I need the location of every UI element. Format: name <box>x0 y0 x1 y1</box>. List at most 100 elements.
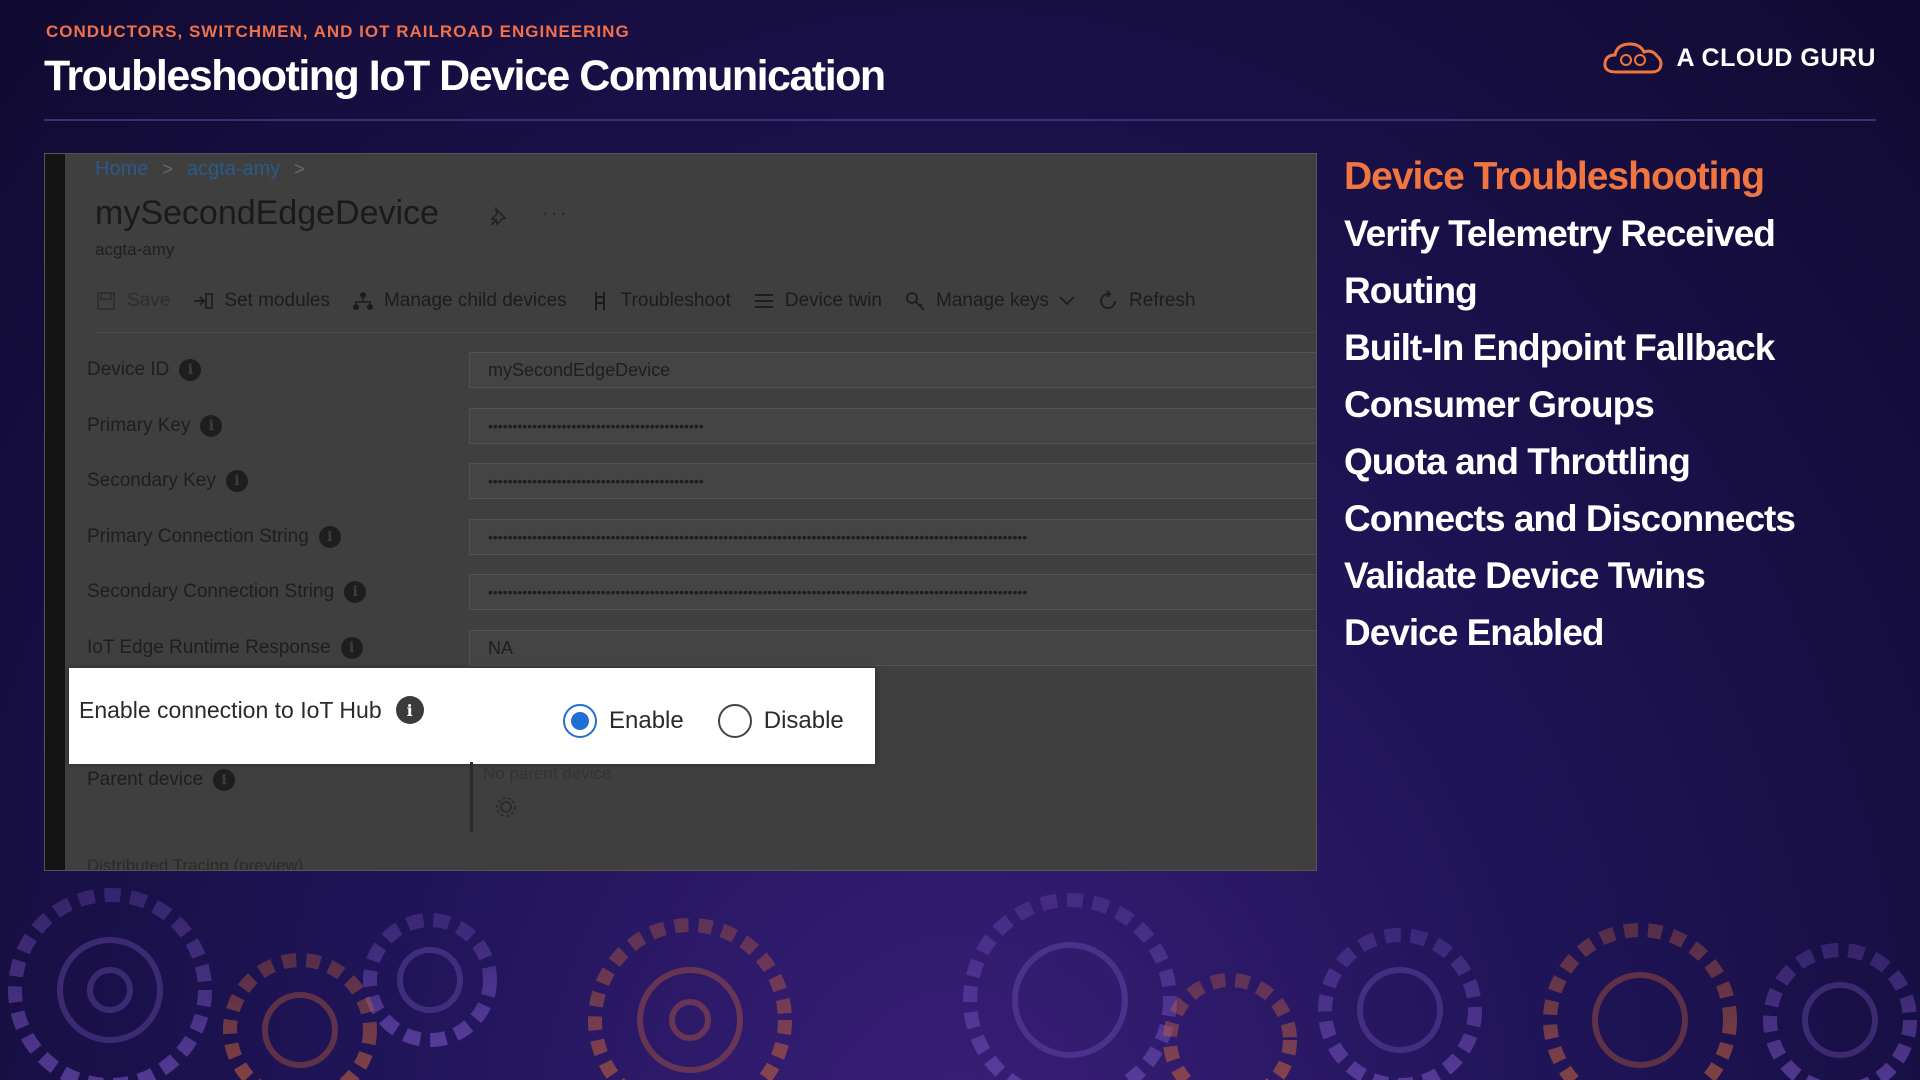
field-row-runtime-response: IoT Edge Runtime Response i <box>87 628 363 668</box>
enable-connection-label: Enable connection to IoT Hub i <box>79 696 424 724</box>
disable-radio[interactable]: Disable <box>717 704 844 738</box>
runtime-response-label: IoT Edge Runtime Response i <box>87 637 363 659</box>
secondary-connection-string-label: Secondary Connection String i <box>87 581 367 603</box>
info-icon[interactable]: i <box>200 415 223 437</box>
portal-left-bar <box>45 154 65 870</box>
refresh-icon <box>1097 290 1119 312</box>
secondary-connection-string-label-text: Secondary Connection String <box>87 581 335 602</box>
primary-key-label: Primary Key i <box>87 415 223 437</box>
topic-list: Device Troubleshooting Verify Telemetry … <box>1344 148 1796 661</box>
command-bar: Save Set modules Manage child devices Tr… <box>95 290 1218 312</box>
chevron-right-icon: > <box>294 159 305 179</box>
info-icon[interactable]: i <box>340 637 363 659</box>
primary-key-field[interactable]: ••••••••••••••••••••••••••••••••••••••••… <box>469 408 1316 444</box>
field-row-primary-key: Primary Key i <box>87 406 223 446</box>
topic-item: Quota and Throttling <box>1344 441 1691 482</box>
set-modules-button[interactable]: Set modules <box>192 290 330 312</box>
field-row-device-id: Device ID i <box>87 350 202 390</box>
device-twin-label: Device twin <box>784 290 883 311</box>
info-icon[interactable]: i <box>318 526 341 548</box>
secondary-connection-string-field[interactable]: ••••••••••••••••••••••••••••••••••••••••… <box>469 574 1316 610</box>
device-name-heading: mySecondEdgeDevice <box>95 194 439 232</box>
save-icon <box>95 290 117 312</box>
topic-item: Connects and Disconnects <box>1344 498 1796 539</box>
enable-connection-label-text: Enable connection to IoT Hub <box>79 696 382 723</box>
cloud-logo-icon <box>1603 42 1663 74</box>
field-row-parent-device: Parent device i <box>87 760 236 800</box>
slide-title: Troubleshooting IoT Device Communication <box>44 52 886 100</box>
troubleshoot-button[interactable]: Troubleshoot <box>589 290 731 312</box>
primary-key-label-text: Primary Key <box>87 415 191 436</box>
set-modules-label: Set modules <box>224 290 330 311</box>
radio-unselected-icon <box>717 704 752 738</box>
manage-keys-button[interactable]: Manage keys <box>904 290 1075 312</box>
brand-logo: A CLOUD GURU <box>1602 38 1876 78</box>
topic-item-active: Device Troubleshooting <box>1344 155 1765 198</box>
runtime-response-field: NA <box>469 630 1316 666</box>
decorative-gears <box>8 888 1917 1080</box>
disable-radio-label: Disable <box>763 707 844 734</box>
brand-name: A CLOUD GURU <box>1676 43 1876 72</box>
secondary-key-label: Secondary Key i <box>87 470 248 492</box>
topic-item: Routing <box>1344 270 1478 311</box>
command-bar-divider <box>95 332 1316 333</box>
device-id-label: Device ID i <box>87 359 202 381</box>
save-label: Save <box>127 290 171 311</box>
info-icon[interactable]: i <box>225 470 248 492</box>
pin-icon[interactable] <box>488 206 510 228</box>
topic-item: Built-In Endpoint Fallback <box>1344 327 1775 368</box>
topic-item: Verify Telemetry Received <box>1344 213 1776 254</box>
set-modules-icon <box>192 290 214 312</box>
course-kicker: CONDUCTORS, SWITCHMEN, AND IOT RAILROAD … <box>46 22 630 41</box>
topic-item: Device Enabled <box>1344 612 1605 653</box>
list-icon <box>753 290 775 312</box>
breadcrumb-home[interactable]: Home <box>95 158 148 181</box>
topic-item: Consumer Groups <box>1344 384 1655 425</box>
troubleshoot-label: Troubleshoot <box>620 290 731 311</box>
manage-child-devices-label: Manage child devices <box>383 290 567 311</box>
primary-connection-string-label: Primary Connection String i <box>87 526 341 548</box>
parent-device-value: No parent device <box>483 764 612 783</box>
refresh-button[interactable]: Refresh <box>1097 290 1196 312</box>
breadcrumb: Home > acgta-amy > <box>95 158 305 181</box>
primary-connection-string-label-text: Primary Connection String <box>87 526 309 547</box>
enable-radio[interactable]: Enable <box>563 704 684 738</box>
device-id-field[interactable]: mySecondEdgeDevice <box>469 352 1316 388</box>
troubleshoot-icon <box>589 290 611 312</box>
manage-keys-label: Manage keys <box>936 290 1050 311</box>
chevron-right-icon: > <box>162 159 173 179</box>
child-devices-icon <box>352 290 374 312</box>
field-row-secondary-connection-string: Secondary Connection String i <box>87 572 367 612</box>
connection-radio-group: Enable Disable <box>563 704 878 738</box>
breadcrumb-hub[interactable]: acgta-amy <box>187 158 280 181</box>
info-icon[interactable]: i <box>179 359 202 381</box>
field-row-secondary-key: Secondary Key i <box>87 461 248 501</box>
info-icon[interactable]: i <box>344 581 367 603</box>
info-icon[interactable]: i <box>213 769 236 791</box>
settings-gear-icon[interactable] <box>493 794 519 820</box>
parent-device-label: Parent device i <box>87 769 236 791</box>
manage-child-devices-button[interactable]: Manage child devices <box>352 290 567 312</box>
info-icon[interactable]: i <box>395 696 424 724</box>
topic-item: Validate Device Twins <box>1344 555 1706 596</box>
device-twin-button[interactable]: Device twin <box>753 290 882 312</box>
secondary-key-label-text: Secondary Key <box>87 470 216 491</box>
device-id-label-text: Device ID <box>87 359 170 380</box>
header-divider <box>44 119 1876 121</box>
radio-selected-icon <box>563 704 597 738</box>
parent-device-label-text: Parent device <box>87 769 204 790</box>
enable-radio-label: Enable <box>609 707 684 734</box>
key-icon <box>904 290 926 312</box>
chevron-down-icon <box>1059 296 1075 306</box>
device-hub-subtitle: acgta-amy <box>95 240 175 259</box>
secondary-key-field[interactable]: ••••••••••••••••••••••••••••••••••••••••… <box>469 463 1316 499</box>
connection-highlight-box: Enable connection to IoT Hub i Enable Di… <box>69 668 875 764</box>
more-options-icon[interactable]: ··· <box>541 200 569 226</box>
primary-connection-string-field[interactable]: ••••••••••••••••••••••••••••••••••••••••… <box>469 519 1316 555</box>
parent-device-divider <box>470 762 473 832</box>
runtime-response-label-text: IoT Edge Runtime Response <box>87 637 331 658</box>
field-row-primary-connection-string: Primary Connection String i <box>87 517 341 557</box>
portal-screenshot: Home > acgta-amy > mySecondEdgeDevice ··… <box>44 153 1317 871</box>
refresh-label: Refresh <box>1129 290 1196 311</box>
save-button[interactable]: Save <box>95 290 170 312</box>
